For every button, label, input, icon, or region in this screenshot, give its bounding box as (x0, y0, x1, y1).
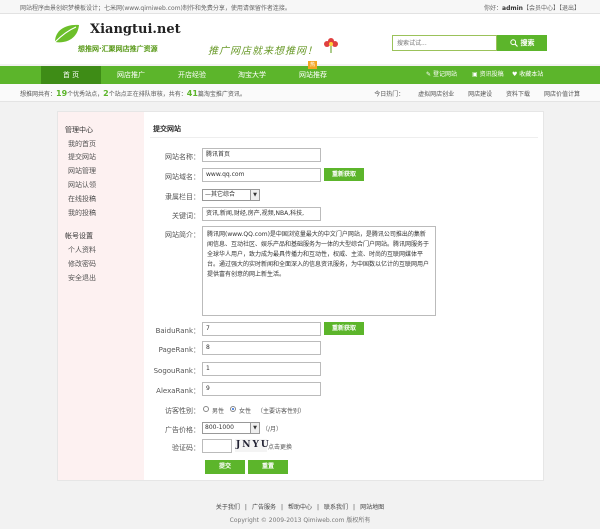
refetch-button[interactable]: 重新获取 (324, 168, 364, 181)
nav-item-home[interactable]: 首 页 (41, 66, 101, 84)
submit-article-link[interactable]: ▣ 资讯投稿 (472, 66, 504, 84)
search-input[interactable] (392, 35, 497, 51)
sogou-rank-input[interactable]: 1 (202, 362, 321, 376)
hot-link-shop-value[interactable]: 网店价值计算 (544, 91, 580, 98)
footer-link-ads[interactable]: 广告服务 (252, 504, 276, 511)
reset-button[interactable]: 重置 (248, 460, 288, 474)
site-name-label: 网站名称： (165, 153, 200, 161)
footer-link-about[interactable]: 关于我们 (216, 504, 240, 511)
footer-link-contact[interactable]: 联系我们 (324, 504, 348, 511)
member-center-link[interactable]: 【会员中心】 (523, 5, 559, 12)
site-stats: 想推网共有：19个优秀站点，2个站点正在排队审核，共有：41篇淘宝推广资讯。 (20, 89, 246, 98)
flower-icon (324, 38, 338, 53)
sidebar-item-change-password[interactable]: 修改密码 (68, 259, 96, 269)
articles-text: 篇淘宝推广资讯。 (197, 91, 246, 98)
title-divider (150, 137, 538, 138)
sidebar-heading-manage: 管理中心 (65, 126, 93, 134)
gender-label: 访客性别： (165, 407, 200, 415)
sogou-rank-label: SogouRank： (153, 367, 200, 375)
footer-links: 关于我们 | 广告服务 | 帮助中心 | 联系我们 | 网站地图 (215, 504, 385, 511)
footer-link-help[interactable]: 帮助中心 (288, 504, 312, 511)
sidebar-item-logout[interactable]: 安全退出 (68, 273, 96, 283)
nav-item-shop-promotion[interactable]: 网店推广 (101, 66, 161, 84)
domain-input[interactable]: www.qq.com (202, 168, 321, 182)
today-hot-label: 今日热门： (374, 91, 405, 98)
logo-leaf-icon[interactable] (52, 22, 82, 46)
gender-male-label: 男性 (212, 408, 225, 415)
register-site-link[interactable]: ✎ 登记网站 (426, 66, 457, 84)
ad-price-label: 广告价格： (165, 426, 200, 434)
stats-prefix: 想推网共有： (20, 91, 57, 98)
submit-button[interactable]: 提交 (205, 460, 245, 474)
intro-label: 网站简介： (165, 231, 200, 239)
category-value: —其它综合 (205, 191, 236, 198)
domain-label: 网站域名： (165, 173, 200, 181)
alexa-rank-label: AlexaRank： (156, 387, 200, 395)
category-label: 隶属栏目： (165, 193, 200, 201)
chevron-down-icon: ▼ (250, 190, 259, 200)
site-name-input[interactable]: 腾讯首页 (202, 148, 321, 162)
page-rank-input[interactable]: 8 (202, 341, 321, 355)
register-site-label: 登记网站 (432, 71, 457, 78)
keywords-label: 关键词： (172, 212, 200, 220)
bookmark-site-link[interactable]: ♥ 收藏本站 (512, 66, 543, 84)
captcha-input[interactable] (202, 439, 232, 453)
alexa-rank-input[interactable]: 9 (202, 382, 321, 396)
gender-note: （主要访客性别） (257, 408, 306, 415)
username-link[interactable]: admin (502, 5, 523, 12)
top-info-bar: 网站程序由景创织梦模板设计；七米网(www.qimiweb.com)制作和免费分… (0, 0, 600, 14)
captcha-label: 验证码： (172, 444, 200, 452)
search-icon (509, 39, 518, 47)
banner-slogan: 推广网店就来想推网！ (208, 46, 318, 57)
gender-male-radio[interactable] (203, 406, 209, 412)
articles-count: 41 (186, 89, 198, 98)
per-month-label: （/月） (262, 426, 283, 433)
ad-price-value: 800-1000 (205, 424, 234, 431)
chevron-down-icon: ▼ (250, 423, 259, 433)
user-status: 你好：admin【会员中心】【退出】 (484, 3, 580, 12)
sidebar-item-my-home[interactable]: 我的首页 (68, 139, 96, 149)
copyright-notice-top: 网站程序由景创织梦模板设计；七米网(www.qimiweb.com)制作和免费分… (20, 5, 291, 12)
page-title: 提交网站 (153, 125, 181, 133)
baidu-rank-input[interactable]: 7 (202, 322, 321, 336)
category-select[interactable]: —其它综合 ▼ (202, 189, 260, 201)
sites-count: 19 (56, 89, 68, 98)
hot-links: 今日热门： 虚拟网店创业 网店建设 资料下载 网店价值计算 (374, 89, 580, 98)
search-button[interactable]: 搜索 (497, 35, 547, 51)
sidebar-item-profile[interactable]: 个人资料 (68, 245, 96, 255)
greeting-text: 你好： (484, 5, 503, 12)
search-button-label: 搜索 (520, 39, 535, 47)
site-logo[interactable]: Xiangtui.net (90, 22, 181, 37)
captcha-image[interactable]: JNYU (235, 439, 269, 452)
submit-article-label: 资讯投稿 (479, 71, 504, 78)
hot-link-virtual-shop[interactable]: 虚拟网店创业 (418, 91, 454, 98)
footer-link-sitemap[interactable]: 网站地图 (360, 504, 384, 511)
stats-bar: 想推网共有：19个优秀站点，2个站点正在排队审核，共有：41篇淘宝推广资讯。 今… (0, 84, 600, 102)
logout-link[interactable]: 【退出】 (559, 5, 580, 12)
nav-item-shop-experience[interactable]: 开店经验 (162, 66, 222, 84)
captcha-refresh-link[interactable]: 点击更换 (268, 442, 292, 451)
hot-link-shop-building[interactable]: 网店建设 (468, 91, 492, 98)
gender-female-radio[interactable] (230, 406, 236, 412)
gender-female-label: 女性 (239, 408, 252, 415)
pending-text: 个站点正在排队审核，共有： (108, 91, 187, 98)
hot-link-downloads[interactable]: 资料下载 (506, 91, 530, 98)
copyright: Copyright © 2009-2013 Qimiweb.com 版权所有 (229, 517, 371, 524)
page-rank-label: PageRank： (158, 346, 200, 354)
nav-item-taobao-university[interactable]: 淘宝大学 (222, 66, 282, 84)
bookmark-site-label: 收藏本站 (519, 71, 544, 78)
intro-textarea[interactable]: 腾讯网(www.QQ.com)是中国浏览量最大的中文门户网站，是腾讯公司推出的集… (202, 226, 436, 316)
baidu-rank-label: BaiduRank： (155, 327, 200, 335)
ad-price-select[interactable]: 800-1000 ▼ (202, 422, 260, 434)
sites-text: 个优秀站点， (67, 91, 104, 98)
logo-slogan: 想推网·汇聚网店推广资源 (78, 45, 158, 53)
refetch-rank-button[interactable]: 重新获取 (324, 322, 364, 335)
hot-badge: 热 (308, 61, 317, 69)
keywords-input[interactable]: 资讯,新闻,财经,房产,视频,NBA,科技, (202, 207, 321, 221)
